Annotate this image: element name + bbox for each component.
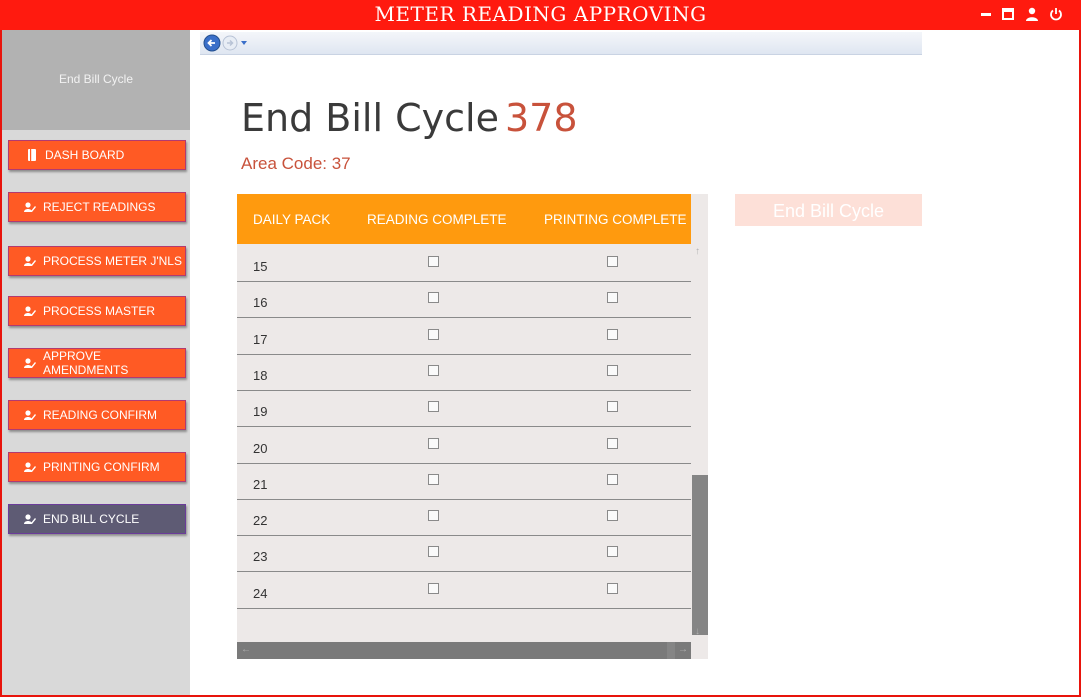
table-row: 16	[237, 282, 691, 319]
maximize-icon[interactable]	[1000, 6, 1016, 22]
table-row: 18	[237, 355, 691, 391]
horizontal-scroll-thumb[interactable]	[237, 642, 667, 659]
printing-complete-checkbox[interactable]	[607, 546, 618, 558]
sidebar-item-label: PRINTING CONFIRM	[43, 460, 160, 474]
table-row: 15	[237, 246, 691, 282]
table-row: 24	[237, 573, 691, 609]
reading-complete-checkbox[interactable]	[428, 328, 439, 340]
printing-complete-checkbox[interactable]	[607, 292, 618, 304]
sidebar-item-label: PROCESS MASTER	[43, 304, 156, 318]
daily-pack-value: 19	[253, 404, 268, 420]
sidebar-item-label: END BILL CYCLE	[43, 512, 140, 526]
sidebar-item-label: PROCESS METER J'NLS	[43, 254, 182, 268]
page-title: End Bill Cycle 378	[241, 96, 578, 140]
printing-complete-checkbox[interactable]	[607, 256, 618, 267]
minimize-icon[interactable]	[978, 6, 994, 22]
sidebar-item-process-meter-j-nls[interactable]: PROCESS METER J'NLS	[8, 246, 186, 276]
table-row: 20	[237, 428, 691, 464]
reading-complete-checkbox[interactable]	[428, 473, 439, 485]
sidebar-item-printing-confirm[interactable]: PRINTING CONFIRM	[8, 452, 186, 482]
forward-arrow-icon[interactable]	[222, 35, 238, 51]
bill-cycle-number: 378	[504, 96, 578, 140]
reading-complete-checkbox[interactable]	[428, 510, 439, 522]
sidebar-item-label: APPROVE AMENDMENTS	[43, 349, 129, 377]
daily-pack-value: 15	[253, 259, 268, 274]
daily-pack-value: 23	[253, 549, 268, 565]
end-bill-cycle-button[interactable]: End Bill Cycle	[735, 194, 922, 226]
dropdown-arrow-icon[interactable]	[240, 40, 248, 46]
back-arrow-icon[interactable]	[203, 34, 221, 52]
area-code: Area Code: 37	[241, 154, 351, 173]
reading-complete-checkbox[interactable]	[428, 401, 439, 413]
column-header-reading-complete[interactable]: READING COMPLETE	[367, 212, 507, 227]
browser-nav-bar	[200, 32, 922, 55]
scroll-right-button[interactable]: →	[675, 642, 691, 659]
user-edit-icon	[24, 202, 36, 212]
scroll-up-icon[interactable]: ↑	[695, 246, 700, 257]
printing-complete-checkbox[interactable]	[607, 437, 618, 449]
reading-complete-checkbox[interactable]	[428, 364, 439, 376]
table-row: 17	[237, 319, 691, 355]
user-edit-icon	[24, 306, 36, 316]
printing-complete-checkbox[interactable]	[607, 401, 618, 413]
sidebar-item-label: REJECT READINGS	[43, 200, 156, 214]
vertical-scrollbar[interactable]: ↑ ↓	[692, 246, 708, 643]
vertical-scroll-thumb[interactable]	[692, 475, 708, 635]
table-row: 23	[237, 536, 691, 573]
user-icon[interactable]	[1024, 6, 1040, 22]
daily-pack-grid: DAILY PACK READING COMPLETE PRINTING COM…	[237, 194, 708, 659]
printing-complete-checkbox[interactable]	[607, 364, 618, 376]
user-edit-icon	[24, 514, 36, 524]
reading-complete-checkbox[interactable]	[428, 582, 439, 594]
daily-pack-value: 16	[253, 295, 268, 311]
daily-pack-value: 18	[253, 367, 268, 383]
sidebar-item-process-master[interactable]: PROCESS MASTER	[8, 296, 186, 326]
sidebar-item-approve-amendments[interactable]: APPROVE AMENDMENTS	[8, 348, 186, 378]
column-header-printing-complete[interactable]: PRINTING COMPLETE	[544, 212, 687, 227]
window-title: METER READING APPROVING	[374, 2, 707, 26]
power-icon[interactable]	[1048, 6, 1064, 22]
reading-complete-checkbox[interactable]	[428, 437, 439, 449]
daily-pack-value: 24	[253, 585, 268, 601]
daily-pack-value: 22	[253, 513, 268, 529]
table-row: 22	[237, 500, 691, 537]
printing-complete-checkbox[interactable]	[607, 328, 618, 340]
scroll-left-icon[interactable]: ←	[241, 644, 251, 655]
user-edit-icon	[24, 358, 36, 368]
daily-pack-value: 21	[253, 476, 268, 492]
user-edit-icon	[24, 256, 36, 266]
sidebar-header-label: End Bill Cycle	[58, 72, 134, 86]
reading-complete-checkbox[interactable]	[428, 292, 439, 304]
book-icon	[28, 149, 36, 161]
printing-complete-checkbox[interactable]	[607, 582, 618, 594]
scroll-down-icon[interactable]: ↓	[695, 626, 700, 637]
table-row: 19	[237, 391, 691, 428]
sidebar-item-end-bill-cycle[interactable]: END BILL CYCLE	[8, 504, 186, 534]
horizontal-scrollbar[interactable]: ←	[237, 642, 691, 659]
printing-complete-checkbox[interactable]	[607, 510, 618, 522]
sidebar-item-reject-readings[interactable]: REJECT READINGS	[8, 192, 186, 222]
reading-complete-checkbox[interactable]	[428, 256, 439, 267]
daily-pack-value: 17	[253, 331, 268, 347]
daily-pack-value: 20	[253, 440, 268, 456]
sidebar-item-label: DASH BOARD	[45, 148, 125, 162]
user-edit-icon	[24, 410, 36, 420]
printing-complete-checkbox[interactable]	[607, 473, 618, 485]
sidebar-item-reading-confirm[interactable]: READING CONFIRM	[8, 400, 186, 430]
table-row: 21	[237, 464, 691, 500]
user-edit-icon	[24, 462, 36, 472]
grid-header: DAILY PACK READING COMPLETE PRINTING COM…	[237, 194, 691, 244]
sidebar-item-dash-board[interactable]: DASH BOARD	[8, 140, 186, 170]
scroll-right-icon[interactable]: →	[678, 644, 688, 655]
page-title-text: End Bill Cycle	[241, 96, 499, 140]
title-bar: METER READING APPROVING	[0, 0, 1081, 30]
sidebar-header: End Bill Cycle	[2, 30, 190, 130]
reading-complete-checkbox[interactable]	[428, 546, 439, 558]
column-header-daily-pack[interactable]: DAILY PACK	[253, 212, 330, 227]
sidebar-item-label: READING CONFIRM	[43, 408, 157, 422]
